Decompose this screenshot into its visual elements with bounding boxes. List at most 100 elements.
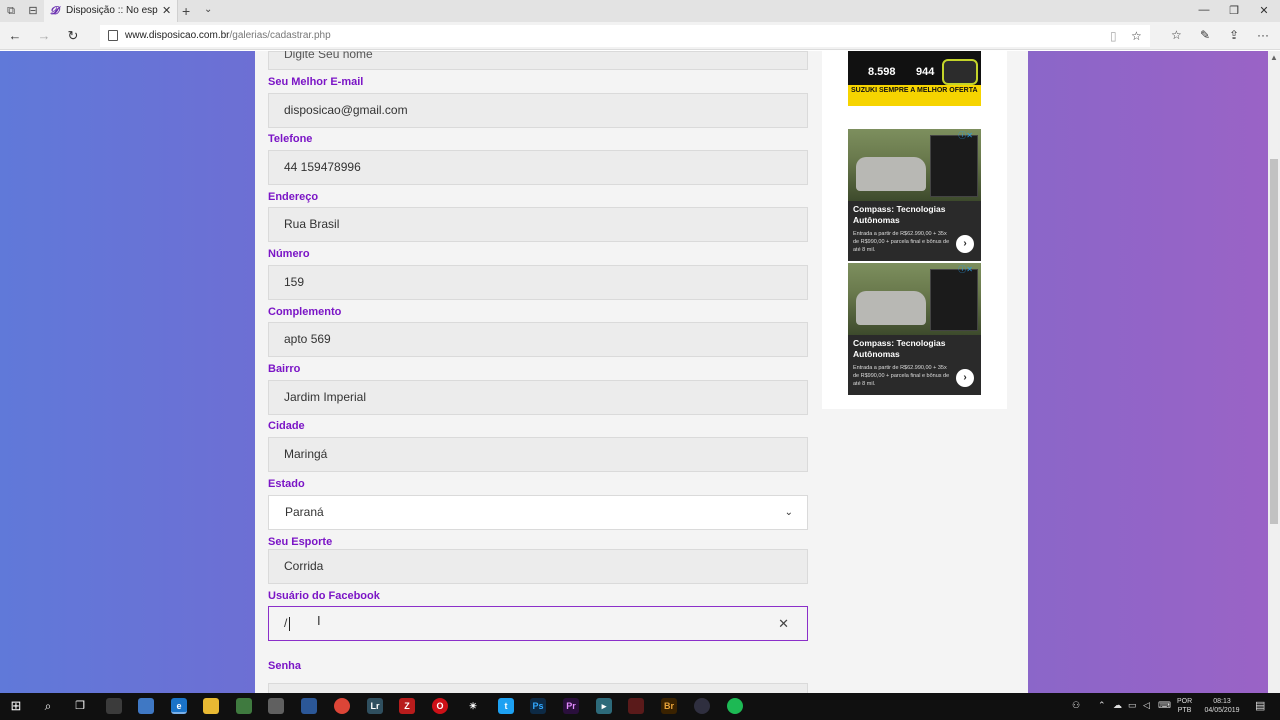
chrome-icon[interactable] xyxy=(334,698,350,714)
task-view-icon[interactable]: ❐ xyxy=(72,698,88,714)
bridge-icon[interactable]: Br xyxy=(661,698,677,714)
scroll-up-icon[interactable]: ▲ xyxy=(1270,53,1278,62)
ad-tagline: SUZUKI SEMPRE A MELHOR OFERTA xyxy=(848,85,981,106)
dashboard-image xyxy=(930,135,978,197)
chevron-up-icon[interactable]: ⌃ xyxy=(1098,700,1106,711)
file-explorer-icon[interactable] xyxy=(203,698,219,714)
app-icon-5[interactable] xyxy=(628,698,644,714)
chevron-down-icon[interactable]: ⌄ xyxy=(204,4,212,15)
onedrive-icon[interactable]: ☁ xyxy=(1113,700,1122,711)
app-icon-1[interactable] xyxy=(106,698,122,714)
ad-price: 8.598 xyxy=(868,66,896,78)
app-icon-2[interactable] xyxy=(138,698,154,714)
cidade-field[interactable]: Maringá xyxy=(268,437,808,472)
notifications-icon[interactable]: ▤ xyxy=(1255,699,1265,712)
endereco-field[interactable]: Rua Brasil xyxy=(268,207,808,242)
tab-title: Disposição :: No esporte xyxy=(66,5,158,16)
share-icon[interactable]: ⇪ xyxy=(1229,28,1239,42)
ad-info-icon[interactable]: ⓘ✕ xyxy=(958,130,973,141)
estado-select[interactable]: Paraná ⌄ xyxy=(268,495,808,530)
twitter-icon[interactable]: t xyxy=(498,698,514,714)
title-bar: ⧉ ⊟ 𝓓 Disposição :: No esporte ✕ + ⌄ — ❐… xyxy=(0,0,1280,22)
new-tab-icon[interactable]: + xyxy=(182,3,190,19)
search-icon[interactable]: ⌕ xyxy=(40,698,56,714)
mail-icon[interactable] xyxy=(268,698,284,714)
network-icon[interactable]: ▭ xyxy=(1128,700,1137,711)
clear-input-icon[interactable]: ✕ xyxy=(778,607,789,640)
volume-icon[interactable]: ◁ xyxy=(1143,700,1150,711)
windows-start-icon[interactable]: ⊞ xyxy=(8,698,24,714)
favorites-hub-icon[interactable]: ☆ xyxy=(1171,28,1182,42)
senha-field[interactable] xyxy=(268,683,808,693)
reading-view-icon[interactable]: ▯ xyxy=(1110,29,1117,43)
keyboard-icon[interactable]: ⌨ xyxy=(1158,700,1171,711)
close-tab-icon[interactable]: ✕ xyxy=(162,4,171,17)
favorite-star-icon[interactable]: ☆ xyxy=(1131,29,1142,43)
complemento-field[interactable]: apto 569 xyxy=(268,322,808,357)
email-field[interactable]: disposicao@gmail.com xyxy=(268,93,808,128)
page-scrollbar[interactable]: ▲ xyxy=(1268,51,1280,693)
ad-info-icon[interactable]: ⓘ✕ xyxy=(958,264,973,275)
facebook-value: / xyxy=(284,616,288,630)
spotify-icon[interactable] xyxy=(727,698,743,714)
language-indicator[interactable]: POR PTB xyxy=(1177,697,1192,715)
set-aside-tabs-icon[interactable]: ⊟ xyxy=(26,4,40,18)
premiere-icon[interactable]: Pr xyxy=(563,698,579,714)
url-input[interactable]: www.disposicao.com.br/galerias/cadastrar… xyxy=(100,25,1150,47)
numero-field[interactable]: 159 xyxy=(268,265,808,300)
senha-label: Senha xyxy=(268,660,302,672)
facebook-field[interactable]: / ✕ xyxy=(268,606,808,641)
telefone-label: Telefone xyxy=(268,133,313,145)
app-icon-3[interactable] xyxy=(301,698,317,714)
esporte-field[interactable]: Corrida xyxy=(268,549,808,584)
opera-icon[interactable]: O xyxy=(432,698,448,714)
complemento-label: Complemento xyxy=(268,306,342,318)
ad-moto-banner[interactable]: 8.598 944 SUZUKI SEMPRE A MELHOR OFERTA xyxy=(848,51,981,106)
ad-car-1[interactable]: ⓘ✕ Compass: Tecnologias Autônomas Entrad… xyxy=(848,129,981,261)
telefone-field[interactable]: 44 159478996 xyxy=(268,150,808,185)
ad-description: Entrada a partir de R$62.990,00 + 35x de… xyxy=(853,365,950,387)
close-window-icon[interactable]: ✕ xyxy=(1256,4,1272,17)
endereco-label: Endereço xyxy=(268,191,319,203)
motorcycle-image xyxy=(942,59,978,85)
car-shape xyxy=(856,157,926,191)
refresh-icon[interactable]: ↻ xyxy=(65,28,81,44)
ad-price-2: 944 xyxy=(916,66,935,78)
url-text: www.disposicao.com.br/galerias/cadastrar… xyxy=(125,30,331,41)
more-menu-icon[interactable]: ··· xyxy=(1257,28,1269,42)
esporte-label: Seu Esporte xyxy=(268,536,333,548)
edge-icon[interactable]: e xyxy=(171,698,187,714)
people-icon[interactable]: ⚇ xyxy=(1072,700,1080,711)
car-shape xyxy=(856,291,926,325)
ad-title: Compass: Tecnologias Autônomas xyxy=(853,204,946,225)
lightroom-icon[interactable]: Lr xyxy=(367,698,383,714)
email-label: Seu Melhor E-mail xyxy=(268,76,364,88)
scroll-thumb[interactable] xyxy=(1270,159,1278,524)
restore-icon[interactable]: ❐ xyxy=(1226,4,1242,17)
brightness-icon[interactable]: ☀ xyxy=(465,698,481,714)
chevron-right-icon[interactable]: › xyxy=(956,369,974,387)
bairro-field[interactable]: Jardim Imperial xyxy=(268,380,808,415)
facebook-label: Usuário do Facebook xyxy=(268,590,380,602)
minimize-icon[interactable]: — xyxy=(1196,4,1212,16)
tab-disposicao[interactable]: 𝓓 Disposição :: No esporte ✕ xyxy=(44,0,178,22)
name-field[interactable]: Digite Seu nome xyxy=(268,51,808,70)
forward-icon[interactable]: → xyxy=(36,28,52,44)
ad-description: Entrada a partir de R$62.990,00 + 35x de… xyxy=(853,231,950,253)
clock[interactable]: 08:13 04/05/2019 xyxy=(1200,697,1244,715)
tab-preview-icon[interactable]: ⧉ xyxy=(4,4,18,18)
app-icon-4[interactable]: ▸ xyxy=(596,698,612,714)
bairro-label: Bairro xyxy=(268,363,301,375)
filezilla-icon[interactable]: Z xyxy=(399,698,415,714)
estado-label: Estado xyxy=(268,478,305,490)
davinci-icon[interactable] xyxy=(694,698,710,714)
estado-value: Paraná xyxy=(285,505,324,519)
pen-icon[interactable]: ✎ xyxy=(1200,28,1210,42)
back-icon[interactable]: ← xyxy=(7,28,23,44)
page-background: Digite Seu nome Seu Melhor E-mail dispos… xyxy=(0,51,1268,693)
ad-car-2[interactable]: ⓘ✕ Compass: Tecnologias Autônomas Entrad… xyxy=(848,263,981,395)
chevron-right-icon[interactable]: › xyxy=(956,235,974,253)
store-icon[interactable] xyxy=(236,698,252,714)
photoshop-icon[interactable]: Ps xyxy=(530,698,546,714)
numero-label: Número xyxy=(268,248,310,260)
